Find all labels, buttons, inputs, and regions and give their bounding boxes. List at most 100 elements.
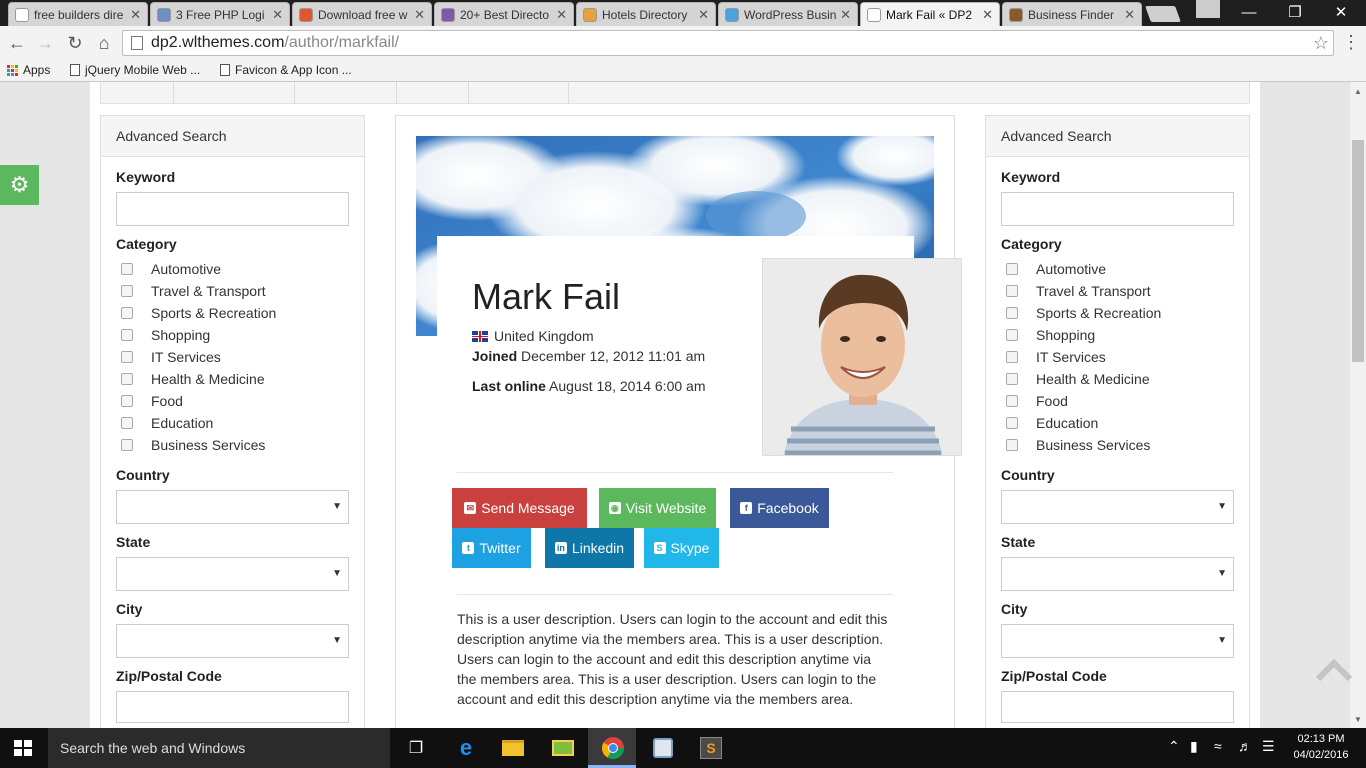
minimize-button[interactable]: — xyxy=(1226,0,1272,24)
category-checkbox[interactable] xyxy=(121,285,133,297)
category-checkbox[interactable] xyxy=(1006,351,1018,363)
category-checkbox[interactable] xyxy=(1006,285,1018,297)
new-tab-button[interactable] xyxy=(1145,6,1181,22)
zip-input[interactable] xyxy=(1001,691,1234,723)
close-tab-icon[interactable]: ✕ xyxy=(982,7,993,23)
city-select[interactable]: ▼ xyxy=(1001,624,1234,658)
gear-icon[interactable]: ⚙ xyxy=(0,165,39,205)
tray-chevron-icon[interactable]: ⌃ xyxy=(1168,738,1180,755)
bookmark-jquery[interactable]: jQuery Mobile Web ... xyxy=(70,63,200,77)
keyword-input[interactable] xyxy=(116,192,349,226)
task-view-icon[interactable]: ❐ xyxy=(403,736,429,760)
scroll-up-icon[interactable]: ▲ xyxy=(1350,84,1366,98)
category-checkbox[interactable] xyxy=(121,395,133,407)
battery-icon[interactable]: ▮ xyxy=(1190,738,1198,755)
bookmark-apps[interactable]: Apps xyxy=(7,63,50,77)
file-explorer-icon[interactable] xyxy=(500,736,526,760)
sublime-text-icon[interactable]: S xyxy=(698,736,724,760)
category-option[interactable]: Automotive xyxy=(1036,261,1106,277)
category-checkbox[interactable] xyxy=(121,417,133,429)
keyword-input[interactable] xyxy=(1001,192,1234,226)
twitter-button[interactable]: t Twitter xyxy=(452,528,531,568)
close-window-button[interactable]: ✕ xyxy=(1318,0,1364,24)
category-option[interactable]: Food xyxy=(151,393,183,409)
browser-tab[interactable]: Mark Fail « DP2 ✕ xyxy=(860,2,1000,26)
scroll-down-icon[interactable]: ▼ xyxy=(1350,712,1366,726)
profile-button[interactable] xyxy=(1196,0,1220,18)
facebook-button[interactable]: f Facebook xyxy=(730,488,829,528)
close-tab-icon[interactable]: ✕ xyxy=(1124,7,1135,23)
clock[interactable]: 02:13 PM 04/02/2016 xyxy=(1290,731,1352,763)
linkedin-button[interactable]: in Linkedin xyxy=(545,528,634,568)
close-tab-icon[interactable]: ✕ xyxy=(272,7,283,23)
category-option[interactable]: Shopping xyxy=(1036,327,1095,343)
category-option[interactable]: IT Services xyxy=(151,349,221,365)
category-checkbox[interactable] xyxy=(121,307,133,319)
notification-icon[interactable]: ☰ xyxy=(1262,738,1275,755)
category-option[interactable]: Business Services xyxy=(1036,437,1150,453)
home-icon[interactable]: ⌂ xyxy=(93,32,115,54)
close-tab-icon[interactable]: ✕ xyxy=(130,7,141,23)
state-select[interactable]: ▼ xyxy=(116,557,349,591)
visit-website-button[interactable]: ◉ Visit Website xyxy=(599,488,716,528)
scrollbar-thumb[interactable] xyxy=(1352,140,1364,362)
country-select[interactable]: ▼ xyxy=(116,490,349,524)
category-option[interactable]: Education xyxy=(1036,415,1098,431)
category-option[interactable]: Travel & Transport xyxy=(1036,283,1151,299)
browser-tab[interactable]: Hotels Directory ✕ xyxy=(576,2,716,26)
category-option[interactable]: Food xyxy=(1036,393,1068,409)
maximize-button[interactable]: ❐ xyxy=(1272,0,1318,24)
browser-tab[interactable]: 20+ Best Directo ✕ xyxy=(434,2,574,26)
category-checkbox[interactable] xyxy=(1006,329,1018,341)
back-icon[interactable]: ← xyxy=(6,32,28,54)
category-option[interactable]: Travel & Transport xyxy=(151,283,266,299)
photos-icon[interactable] xyxy=(550,736,576,760)
back-to-top-icon[interactable] xyxy=(1314,653,1354,683)
category-checkbox[interactable] xyxy=(1006,307,1018,319)
category-checkbox[interactable] xyxy=(121,439,133,451)
forward-icon[interactable]: → xyxy=(34,32,56,54)
chrome-icon[interactable] xyxy=(600,736,626,760)
category-option[interactable]: Shopping xyxy=(151,327,210,343)
category-checkbox[interactable] xyxy=(121,351,133,363)
category-checkbox[interactable] xyxy=(1006,373,1018,385)
bookmark-favicon[interactable]: Favicon & App Icon ... xyxy=(220,63,352,77)
browser-tab[interactable]: WordPress Busin ✕ xyxy=(718,2,858,26)
category-checkbox[interactable] xyxy=(1006,395,1018,407)
category-checkbox[interactable] xyxy=(121,373,133,385)
category-option[interactable]: Business Services xyxy=(151,437,265,453)
category-option[interactable]: Automotive xyxy=(151,261,221,277)
send-message-button[interactable]: ✉ Send Message xyxy=(452,488,587,528)
app-icon[interactable] xyxy=(650,736,676,760)
reload-icon[interactable]: ↻ xyxy=(64,32,86,54)
category-checkbox[interactable] xyxy=(121,329,133,341)
category-checkbox[interactable] xyxy=(1006,263,1018,275)
close-tab-icon[interactable]: ✕ xyxy=(414,7,425,23)
city-select[interactable]: ▼ xyxy=(116,624,349,658)
close-tab-icon[interactable]: ✕ xyxy=(840,7,851,23)
close-tab-icon[interactable]: ✕ xyxy=(698,7,709,23)
browser-tab[interactable]: free builders dire ✕ xyxy=(8,2,148,26)
category-checkbox[interactable] xyxy=(1006,417,1018,429)
browser-tab[interactable]: 3 Free PHP Logi ✕ xyxy=(150,2,290,26)
category-checkbox[interactable] xyxy=(121,263,133,275)
bookmark-star-icon[interactable]: ☆ xyxy=(1313,31,1329,55)
category-checkbox[interactable] xyxy=(1006,439,1018,451)
address-bar[interactable]: dp2.wlthemes.com/author/markfail/ ☆ xyxy=(122,30,1334,56)
category-option[interactable]: Sports & Recreation xyxy=(151,305,276,321)
category-option[interactable]: Sports & Recreation xyxy=(1036,305,1161,321)
windows-start-icon[interactable] xyxy=(14,740,32,756)
zip-input[interactable] xyxy=(116,691,349,723)
category-option[interactable]: Health & Medicine xyxy=(1036,371,1150,387)
edge-icon[interactable]: e xyxy=(453,735,479,760)
chrome-menu-icon[interactable]: ⋮ xyxy=(1342,32,1360,53)
country-select[interactable]: ▼ xyxy=(1001,490,1234,524)
skype-button[interactable]: S Skype xyxy=(644,528,719,568)
wifi-icon[interactable]: ≈ xyxy=(1214,738,1222,754)
taskbar-search[interactable]: Search the web and Windows xyxy=(48,728,390,768)
close-tab-icon[interactable]: ✕ xyxy=(556,7,567,23)
category-option[interactable]: IT Services xyxy=(1036,349,1106,365)
category-option[interactable]: Education xyxy=(151,415,213,431)
browser-tab[interactable]: Business Finder ✕ xyxy=(1002,2,1142,26)
state-select[interactable]: ▼ xyxy=(1001,557,1234,591)
